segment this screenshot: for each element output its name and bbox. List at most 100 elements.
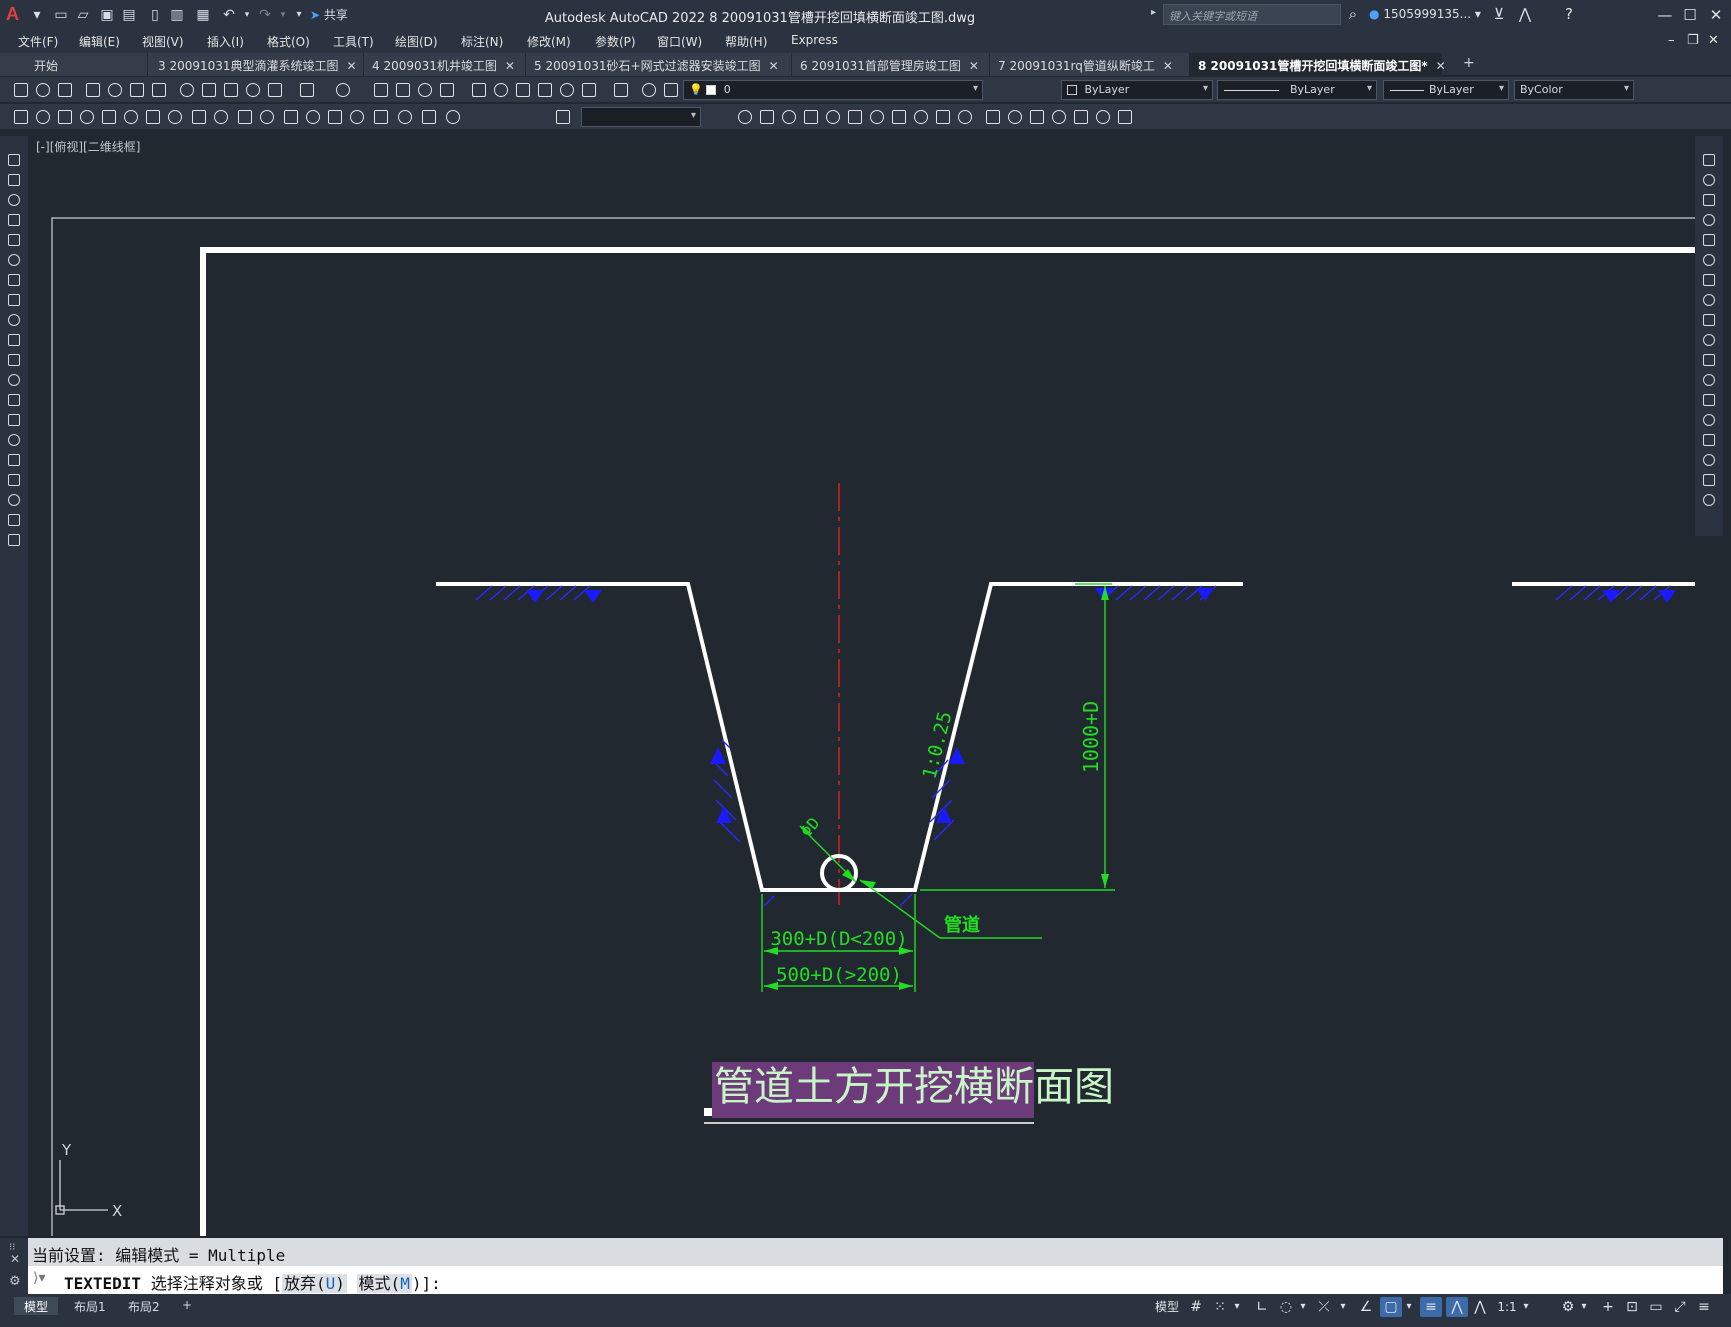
workspace-dropdown-icon[interactable]: ▾ — [1578, 1297, 1590, 1317]
jogged-linear-icon[interactable] — [372, 108, 390, 126]
clean-screen-icon[interactable]: ⤢ — [1670, 1297, 1690, 1317]
construction-line-icon[interactable] — [6, 172, 22, 188]
explode-icon[interactable] — [1116, 108, 1134, 126]
make-block-icon[interactable] — [6, 392, 22, 408]
tab-drawing-8-active[interactable]: 8 20091031管槽开挖回填横断面竣工图* ✕ — [1190, 53, 1446, 76]
table-icon[interactable] — [6, 492, 22, 508]
tab-close-icon[interactable]: ✕ — [505, 59, 515, 73]
command-line-grip[interactable]: ⁝⁝ ✕ ⚙ — [0, 1238, 28, 1294]
sheet-set-icon[interactable] — [536, 81, 554, 99]
inspect-icon[interactable] — [348, 108, 366, 126]
selection-cycling-icon[interactable]: ▢ — [1380, 1297, 1402, 1317]
menu-help[interactable]: 帮助(H) — [725, 33, 767, 50]
menu-tools[interactable]: 工具(T) — [333, 33, 374, 50]
region-icon[interactable] — [6, 472, 22, 488]
quick-dim-icon[interactable] — [190, 108, 208, 126]
fillet-tool-icon[interactable] — [1701, 452, 1717, 468]
dim-break-icon[interactable] — [282, 108, 300, 126]
save-icon[interactable] — [56, 81, 74, 99]
save-as-icon[interactable]: ▤ — [120, 5, 138, 25]
command-input[interactable]: TEXTEDIT 选择注释对象或 [放弃(U) 模式(M)]: — [28, 1266, 1723, 1294]
copy-tool-icon[interactable] — [1701, 172, 1717, 188]
selection-dropdown-icon[interactable]: ▾ — [1402, 1297, 1416, 1317]
share-button[interactable]: ➤ 共享 — [310, 6, 348, 23]
menu-draw[interactable]: 绘图(D) — [395, 33, 438, 50]
design-center-icon[interactable] — [492, 81, 510, 99]
properties-icon[interactable] — [470, 81, 488, 99]
text-grip-handle[interactable] — [704, 1108, 712, 1116]
polyline-icon[interactable] — [6, 192, 22, 208]
menu-file[interactable]: 文件(F) — [18, 33, 58, 50]
blend-icon[interactable] — [1094, 108, 1112, 126]
publish-icon[interactable] — [128, 81, 146, 99]
tab-close-icon[interactable]: ✕ — [347, 59, 357, 73]
new-file-icon[interactable]: ▭ — [52, 5, 70, 25]
dim-text-edit-icon[interactable] — [420, 108, 438, 126]
open-web-icon[interactable]: ▯ — [146, 5, 164, 25]
dim-linear-icon[interactable] — [12, 108, 30, 126]
spline-icon[interactable] — [6, 312, 22, 328]
line-icon[interactable] — [6, 152, 22, 168]
break-at-point-icon[interactable] — [984, 108, 1002, 126]
polygon-icon[interactable] — [6, 212, 22, 228]
autodesk-app-icon[interactable]: ⋀ — [1515, 5, 1535, 23]
menu-view[interactable]: 视图(V) — [142, 33, 184, 50]
units-icon[interactable]: ⊡ — [1622, 1297, 1642, 1317]
model-space-button[interactable]: 模型 — [1150, 1297, 1184, 1317]
cut-icon[interactable] — [178, 81, 196, 99]
lineweight-dropdown[interactable]: ByLayer ▾ — [1383, 80, 1509, 100]
break-point-tool-icon[interactable] — [1701, 372, 1717, 388]
trim-icon[interactable] — [934, 108, 952, 126]
dim-style-icon[interactable] — [554, 108, 572, 126]
dim-diameter-icon[interactable] — [144, 108, 162, 126]
menu-parametric[interactable]: 参数(P) — [595, 33, 636, 50]
menu-dimension[interactable]: 标注(N) — [461, 33, 503, 50]
menu-insert[interactable]: 插入(I) — [207, 33, 244, 50]
user-account-button[interactable]: ● 1505999135... ▾ — [1369, 7, 1481, 21]
mirror-icon[interactable] — [780, 108, 798, 126]
explode-tool-icon[interactable] — [1701, 492, 1717, 508]
help-icon[interactable] — [612, 81, 630, 99]
cart-icon[interactable]: ⊻ — [1489, 5, 1509, 23]
menu-window[interactable]: 窗口(W) — [657, 33, 702, 50]
add-selected-icon[interactable] — [6, 532, 22, 548]
open-file-icon[interactable]: ▱ — [74, 5, 92, 25]
auto-scale-icon[interactable]: ⋀ — [1470, 1297, 1490, 1317]
add-layout-button[interactable]: + — [172, 1297, 202, 1315]
viewport-controls[interactable]: [-][俯视][二维线框] — [36, 138, 140, 155]
menu-express[interactable]: Express — [791, 33, 838, 47]
snap-dropdown-icon[interactable]: ▾ — [1230, 1297, 1244, 1317]
annotation-scale-dropdown[interactable]: 1:1 — [1494, 1297, 1520, 1317]
chamfer-icon[interactable] — [1050, 108, 1068, 126]
dim-continue-icon[interactable] — [236, 108, 254, 126]
layer-state-icon[interactable] — [662, 81, 680, 99]
drawing-title-text[interactable]: 管道土方开挖横断面图 — [714, 1064, 1114, 1110]
snap-icon[interactable]: ⁙ — [1210, 1297, 1230, 1317]
extend-tool-icon[interactable] — [1701, 352, 1717, 368]
search-expand-icon[interactable]: ▸ — [1151, 7, 1156, 18]
calculator-icon[interactable] — [580, 81, 598, 99]
dim-arc-icon[interactable] — [56, 108, 74, 126]
ortho-icon[interactable]: ∟ — [1252, 1297, 1272, 1317]
mirror-tool-icon[interactable] — [1701, 192, 1717, 208]
search-icon[interactable]: ⌕ — [1343, 5, 1363, 23]
tab-start[interactable]: 开始 — [0, 53, 148, 76]
rotate-tool-icon[interactable] — [1701, 272, 1717, 288]
menu-format[interactable]: 格式(O) — [267, 33, 310, 50]
center-mark-icon[interactable] — [326, 108, 344, 126]
tab-close-icon[interactable]: ✕ — [1163, 59, 1173, 73]
polar-icon[interactable]: ◌ — [1276, 1297, 1296, 1317]
new-tab-button[interactable]: + — [1463, 55, 1475, 71]
markup-icon[interactable] — [558, 81, 576, 99]
zoom-realtime-icon[interactable] — [394, 81, 412, 99]
join-tool-icon[interactable] — [1701, 412, 1717, 428]
break-tool-icon[interactable] — [1701, 392, 1717, 408]
ellipse-icon[interactable] — [6, 332, 22, 348]
3dprint-icon[interactable] — [150, 81, 168, 99]
dimension-style-dropdown[interactable]: ▾ — [581, 107, 701, 127]
move-icon[interactable] — [846, 108, 864, 126]
point-icon[interactable] — [6, 412, 22, 428]
erase-tool-icon[interactable] — [1701, 152, 1717, 168]
doc-restore-button[interactable]: ❐ — [1687, 33, 1699, 48]
revision-cloud-icon[interactable] — [6, 292, 22, 308]
